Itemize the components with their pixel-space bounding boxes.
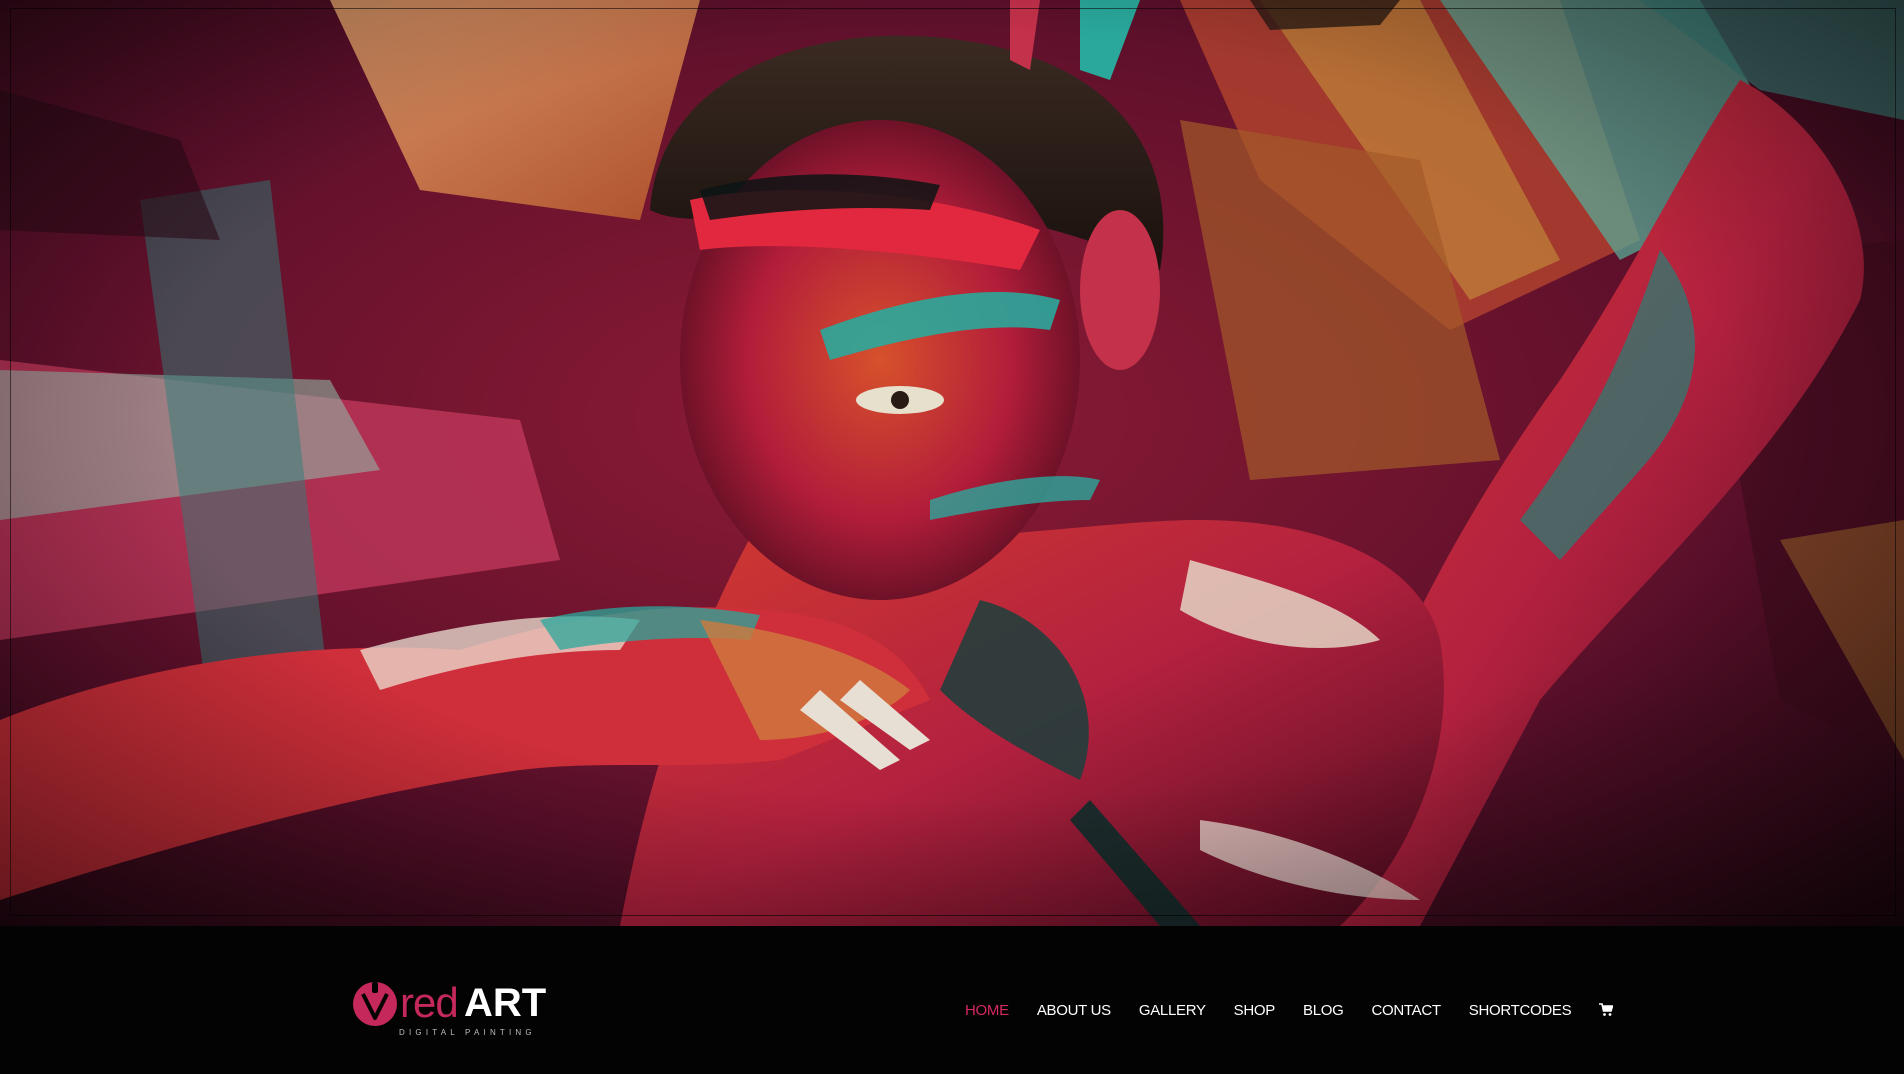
brush-v-logo-icon	[353, 982, 397, 1026]
site-logo[interactable]: red ART DIGITAL PAINTING	[352, 978, 562, 1038]
cart-icon[interactable]	[1599, 1002, 1614, 1017]
main-navigation: HOME ABOUT US GALLERY SHOP BLOG CONTACT …	[965, 1002, 1614, 1019]
nav-item-shortcodes[interactable]: SHORTCODES	[1469, 1002, 1572, 1019]
nav-item-about-us[interactable]: ABOUT US	[1037, 1002, 1111, 1019]
nav-item-contact[interactable]: CONTACT	[1371, 1002, 1441, 1019]
nav-item-gallery[interactable]: GALLERY	[1139, 1002, 1206, 1019]
site-header: red ART DIGITAL PAINTING HOME ABOUT US G…	[0, 926, 1904, 1074]
logo-tagline: DIGITAL PAINTING	[399, 1028, 536, 1037]
logo-brand-light-text: red	[400, 979, 459, 1026]
nav-item-shop[interactable]: SHOP	[1234, 1002, 1276, 1019]
nav-item-home[interactable]: HOME	[965, 1002, 1009, 1019]
logo-brand-bold-text: ART	[464, 981, 547, 1025]
hero-painted-portrait-image	[0, 0, 1904, 926]
hero-banner	[0, 0, 1904, 926]
nav-item-blog[interactable]: BLOG	[1303, 1002, 1344, 1019]
